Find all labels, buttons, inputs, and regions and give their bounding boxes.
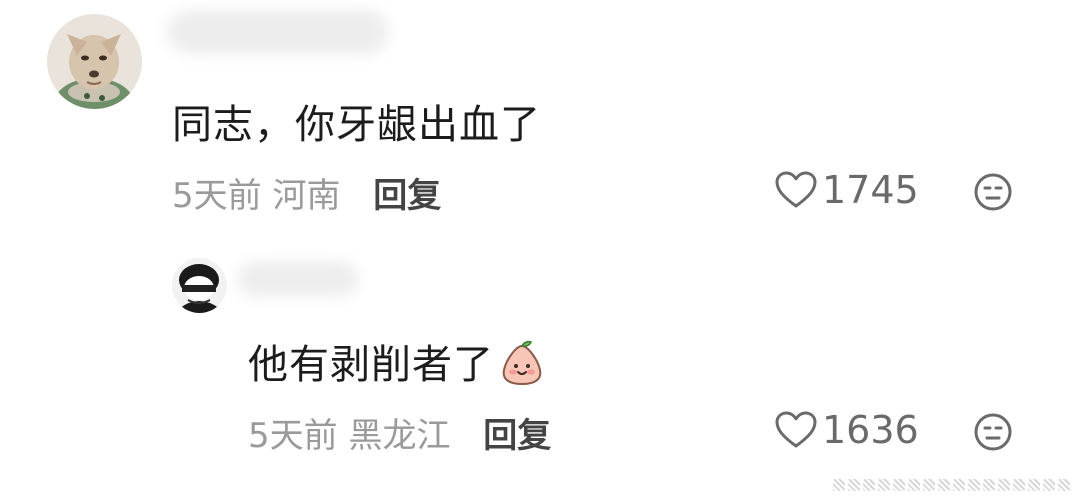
like-button[interactable]: 1745 [774, 168, 919, 212]
reply-button[interactable]: 回复 [483, 416, 551, 456]
like-count: 1636 [822, 408, 919, 452]
comment-time: 5天前 [248, 416, 338, 456]
smiling-peach-emoji [502, 340, 542, 386]
comment-text: 他有剥削者了 [248, 332, 546, 390]
neutral-face-icon[interactable] [973, 412, 1013, 452]
like-button[interactable]: 1636 [774, 408, 919, 452]
comment-time: 5天前 [172, 176, 262, 216]
username-redacted [238, 262, 358, 296]
reply-button[interactable]: 回复 [373, 176, 441, 216]
comment-location: 黑龙江 [348, 416, 451, 456]
avatar[interactable] [47, 14, 142, 109]
like-count: 1745 [822, 168, 919, 212]
heart-outline-icon [775, 411, 817, 448]
comment-thread: 同志，你牙龈出血了 5天前 河南 回复 1745 他有剥削者了 5天前 黑龙江 … [0, 0, 1076, 500]
comment-text-content: 他有剥削者了 [248, 342, 494, 388]
username-redacted [168, 10, 388, 54]
comment-text: 同志，你牙龈出血了 [172, 102, 541, 148]
comment-location: 河南 [272, 176, 341, 216]
watermark [830, 474, 1070, 496]
heart-outline-icon [775, 171, 817, 208]
comment-meta: 5天前 黑龙江 回复 [248, 408, 551, 457]
neutral-face-icon[interactable] [973, 172, 1013, 212]
avatar[interactable] [172, 258, 227, 313]
comment-meta: 5天前 河南 回复 [172, 168, 441, 217]
